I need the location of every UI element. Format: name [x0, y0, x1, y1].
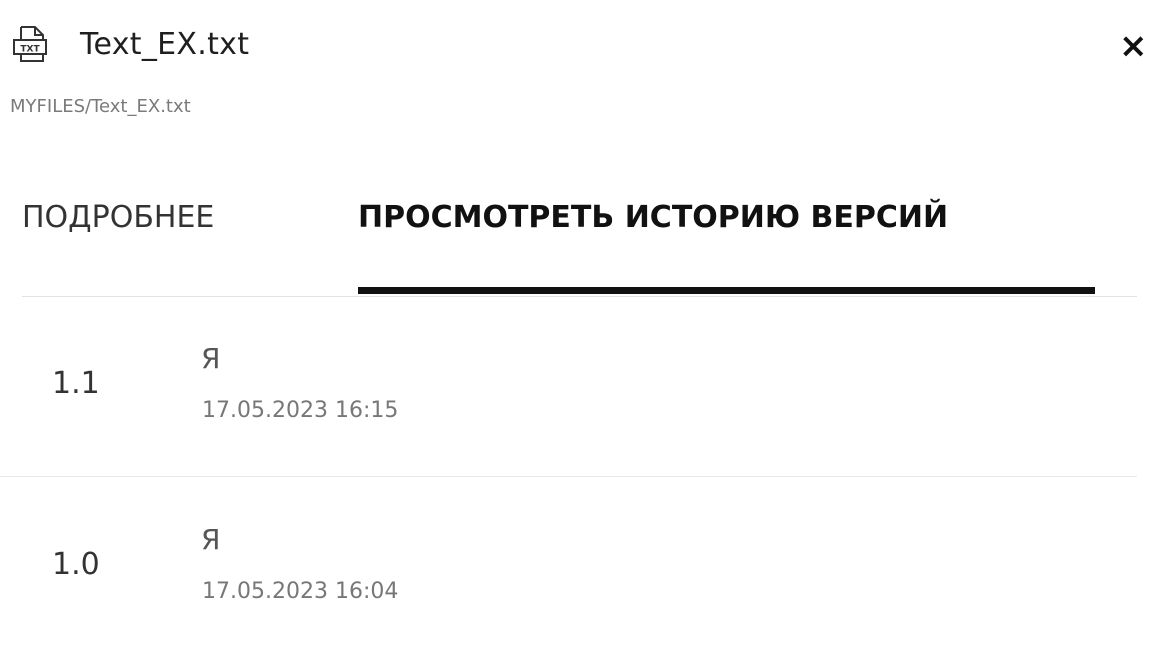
close-icon[interactable]: × — [1119, 26, 1151, 66]
version-row[interactable]: 1.1 Я 17.05.2023 16:15 — [0, 296, 1137, 477]
version-row[interactable]: 1.0 Я 17.05.2023 16:04 — [0, 477, 1137, 648]
tab-version-history[interactable]: ПРОСМОТРЕТЬ ИСТОРИЮ ВЕРСИЙ — [358, 200, 948, 235]
file-path-breadcrumb: MYFILES/Text_EX.txt — [10, 96, 191, 117]
version-date: 17.05.2023 16:15 — [202, 398, 399, 423]
version-date: 17.05.2023 16:04 — [202, 579, 399, 604]
version-author: Я — [201, 523, 221, 556]
file-title: Text_EX.txt — [80, 26, 250, 62]
version-number: 1.0 — [52, 547, 100, 582]
txt-file-icon: TXT — [12, 24, 48, 64]
panel-header: TXT Text_EX.txt — [12, 24, 249, 64]
version-list: 1.1 Я 17.05.2023 16:15 1.0 Я 17.05.2023 … — [0, 296, 1137, 648]
tab-details[interactable]: ПОДРОБНЕЕ — [22, 200, 214, 235]
version-author: Я — [201, 342, 221, 375]
active-tab-indicator — [358, 287, 1095, 294]
file-details-panel: TXT Text_EX.txt × MYFILES/Text_EX.txt ПО… — [0, 0, 1151, 648]
svg-text:TXT: TXT — [20, 45, 40, 55]
tab-bar: ПОДРОБНЕЕ ПРОСМОТРЕТЬ ИСТОРИЮ ВЕРСИЙ — [22, 200, 1137, 297]
version-number: 1.1 — [52, 366, 100, 401]
